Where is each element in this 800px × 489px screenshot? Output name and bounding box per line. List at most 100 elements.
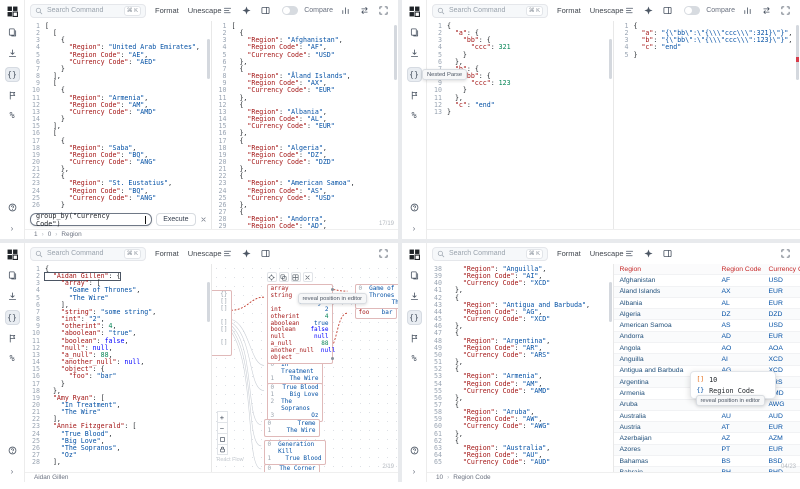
fullscreen-icon[interactable] <box>779 4 792 17</box>
fit-view-button[interactable] <box>216 433 228 444</box>
table-row[interactable]: Azores PT EUR <box>613 444 800 457</box>
table-row[interactable]: Bahamas BS BSD <box>613 456 800 468</box>
graph-node-root[interactable]: Aidan Gillen{}Amy Ryan[]Annie Fitzgerald… <box>211 290 232 357</box>
json-path-row[interactable]: [] 10 <box>691 374 775 385</box>
editor-braces-icon[interactable]: {} <box>4 67 20 82</box>
import-icon[interactable] <box>407 289 422 304</box>
compare-toggle[interactable] <box>684 6 701 15</box>
graph-node-alex[interactable]: 0 Generation Kill 1 True Blood <box>263 440 326 465</box>
table-row[interactable]: Åland Islands AX EUR <box>613 286 800 298</box>
target-icon[interactable] <box>266 272 277 282</box>
logo[interactable] <box>5 247 20 262</box>
sparkles-icon[interactable] <box>240 247 253 260</box>
help-icon[interactable] <box>5 200 20 215</box>
panel-icon[interactable] <box>661 247 674 260</box>
compare-files-icon[interactable] <box>407 25 422 40</box>
graph-node-anwan[interactable]: 0 Treme 1 The Wire <box>263 419 320 437</box>
format-button[interactable]: Format <box>557 249 581 258</box>
search-command-input[interactable]: Search Command ⌘ K <box>432 3 548 18</box>
breadcrumb-item[interactable]: 0 <box>48 231 52 238</box>
table-row[interactable]: Afghanistan AF USD <box>613 275 800 287</box>
nested-parse-icon[interactable]: % <box>407 109 422 124</box>
help-icon[interactable] <box>5 443 20 458</box>
code-editor-left[interactable]: 1[2 [3 {4 "Region": "United Arab Emirate… <box>25 21 211 209</box>
table-row[interactable]: Azerbaijan AZ AZM <box>613 433 800 445</box>
import-icon[interactable] <box>5 289 20 304</box>
breadcrumb-item[interactable]: 10 <box>436 474 443 481</box>
graph-node-corner[interactable]: 0 The Corner <box>263 464 320 472</box>
editor-braces-icon[interactable]: {} <box>4 310 20 325</box>
zoom-out-button[interactable]: − <box>216 422 228 433</box>
logo[interactable] <box>407 4 422 19</box>
list-icon[interactable] <box>221 247 234 260</box>
help-icon[interactable] <box>407 200 422 215</box>
expand-icon[interactable]: › <box>5 464 20 479</box>
list-icon[interactable] <box>623 4 636 17</box>
command-input[interactable]: group_by("Currency Code") <box>30 212 153 228</box>
nested-parse-icon[interactable]: % <box>5 352 20 367</box>
nested-parse-icon[interactable]: % <box>407 352 422 367</box>
table-row[interactable]: Andorra AD EUR <box>613 331 800 344</box>
fullscreen-icon[interactable] <box>377 4 390 17</box>
table-row[interactable]: Albania AL EUR <box>613 298 800 310</box>
table-row[interactable]: BahrainBHBHD <box>613 467 800 472</box>
breadcrumb-item[interactable]: 1 <box>34 231 38 238</box>
scrollbar-thumb[interactable] <box>206 282 210 322</box>
panel-icon[interactable] <box>661 4 674 17</box>
close-icon[interactable] <box>200 216 207 223</box>
import-icon[interactable] <box>5 46 20 61</box>
close-icon[interactable] <box>302 272 313 282</box>
table-row[interactable]: Austria AT EUR <box>613 422 800 434</box>
graph-node-object[interactable]: foo bar <box>354 308 397 319</box>
scrollbar-thumb[interactable] <box>608 39 612 79</box>
chart-icon[interactable] <box>339 4 352 17</box>
expand-icon[interactable]: › <box>5 221 20 236</box>
execute-button[interactable]: Execute <box>156 213 196 226</box>
format-button[interactable]: Format <box>155 6 179 15</box>
flag-icon[interactable] <box>5 331 20 346</box>
flag-icon[interactable] <box>5 88 20 103</box>
search-command-input[interactable]: Search Command ⌘ K <box>30 246 146 261</box>
code-editor-right[interactable]: 1{2 "a": "{\"bb\":\"{\\\"ccc\\\":321}\"}… <box>614 21 800 59</box>
scrollbar-thumb[interactable] <box>608 282 612 322</box>
chart-icon[interactable] <box>741 4 754 17</box>
logo[interactable] <box>5 4 20 19</box>
help-icon[interactable] <box>407 443 422 458</box>
breadcrumb-item[interactable]: Region <box>61 231 81 238</box>
logo[interactable] <box>407 247 422 262</box>
scrollbar-thumb[interactable] <box>796 25 799 80</box>
format-button[interactable]: Format <box>155 249 179 258</box>
compare-files-icon[interactable] <box>5 268 20 283</box>
sparkles-icon[interactable] <box>642 247 655 260</box>
zoom-in-button[interactable]: + <box>216 411 228 422</box>
nested-parse-icon[interactable]: % <box>5 109 20 124</box>
format-button[interactable]: Format <box>557 6 581 15</box>
table-row[interactable]: Algeria DZ DZD <box>613 309 800 321</box>
code-editor-right[interactable]: 1[2 {3 "Region": "Afghanistan", 4 "Region… <box>212 21 399 229</box>
flag-icon[interactable] <box>407 88 422 103</box>
table-row[interactable]: American Samoa AS USD <box>613 320 800 332</box>
fullscreen-icon[interactable] <box>377 247 390 260</box>
swap-icon[interactable] <box>760 4 773 17</box>
grid-icon[interactable] <box>290 272 301 282</box>
search-command-input[interactable]: Search Command ⌘ K <box>30 3 146 18</box>
panel-icon[interactable] <box>259 4 272 17</box>
breadcrumb-item[interactable]: Region Code <box>453 474 490 481</box>
table-row[interactable]: Australia AU AUD <box>613 411 800 423</box>
editor-braces-icon[interactable]: {} <box>406 67 422 82</box>
editor-braces-icon[interactable]: {} <box>406 310 422 325</box>
flag-icon[interactable] <box>407 331 422 346</box>
code-editor-left[interactable]: 1{2 "Aidan Gillen": {3 "array": [4 "Game… <box>25 264 211 466</box>
list-icon[interactable] <box>623 247 636 260</box>
import-icon[interactable] <box>407 46 422 61</box>
copy-icon[interactable] <box>278 272 289 282</box>
fullscreen-icon[interactable] <box>779 247 792 260</box>
compare-files-icon[interactable] <box>5 25 20 40</box>
sparkles-icon[interactable] <box>240 4 253 17</box>
panel-icon[interactable] <box>259 247 272 260</box>
sparkles-icon[interactable] <box>642 4 655 17</box>
search-command-input[interactable]: Search Command ⌘ K <box>432 246 548 261</box>
graph-canvas[interactable]: Aidan Gillen{}Amy Ryan[]Annie Fitzgerald… <box>211 264 398 472</box>
table-row[interactable]: Angola AO AOA <box>613 343 800 355</box>
lock-button[interactable] <box>216 444 228 455</box>
